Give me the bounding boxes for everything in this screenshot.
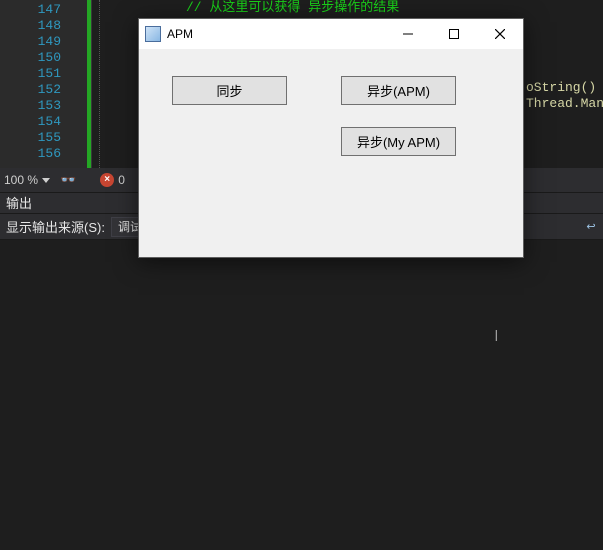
indent-guide <box>99 0 100 168</box>
code-fragment: oString() + <box>526 80 603 95</box>
editor-margin <box>75 0 87 168</box>
close-button[interactable] <box>477 19 523 49</box>
line-number: 148 <box>0 18 75 34</box>
async-apm-button[interactable]: 异步(APM) <box>341 76 456 105</box>
async-myapm-button[interactable]: 异步(My APM) <box>341 127 456 156</box>
output-source-label: 显示输出来源(S): <box>0 217 105 236</box>
maximize-button[interactable] <box>431 19 477 49</box>
line-number: 147 <box>0 2 75 18</box>
line-number: 156 <box>0 146 75 162</box>
line-number-gutter: 147 148 149 150 151 152 153 154 155 156 <box>0 0 75 168</box>
app-icon <box>145 26 161 42</box>
sync-button[interactable]: 同步 <box>172 76 287 105</box>
apm-titlebar[interactable]: APM <box>139 19 523 49</box>
error-count[interactable]: × 0 <box>100 173 125 187</box>
zoom-level[interactable]: 100 % <box>0 173 38 187</box>
error-icon: × <box>100 173 114 187</box>
line-number: 154 <box>0 114 75 130</box>
zoom-dropdown-icon[interactable] <box>42 178 50 183</box>
line-number: 153 <box>0 98 75 114</box>
apm-window[interactable]: APM 同步 异步(APM) 异步(My APM) <box>138 18 524 258</box>
view-options-icon[interactable]: 👓 <box>60 172 76 188</box>
output-body[interactable]: I <box>0 240 603 550</box>
error-count-value: 0 <box>118 173 125 187</box>
word-wrap-icon[interactable]: ↩ <box>579 217 603 237</box>
minimize-button[interactable] <box>385 19 431 49</box>
line-number: 155 <box>0 130 75 146</box>
line-number: 150 <box>0 50 75 66</box>
line-number: 151 <box>0 66 75 82</box>
window-title: APM <box>167 27 193 41</box>
line-number: 149 <box>0 34 75 50</box>
text-caret-icon: I <box>495 328 497 346</box>
line-number: 152 <box>0 82 75 98</box>
apm-client-area: 同步 异步(APM) 异步(My APM) <box>139 49 523 257</box>
code-fragment: Thread.Manag <box>526 96 603 111</box>
code-comment: // 从这里可以获得 异步操作的结果 <box>108 0 399 15</box>
